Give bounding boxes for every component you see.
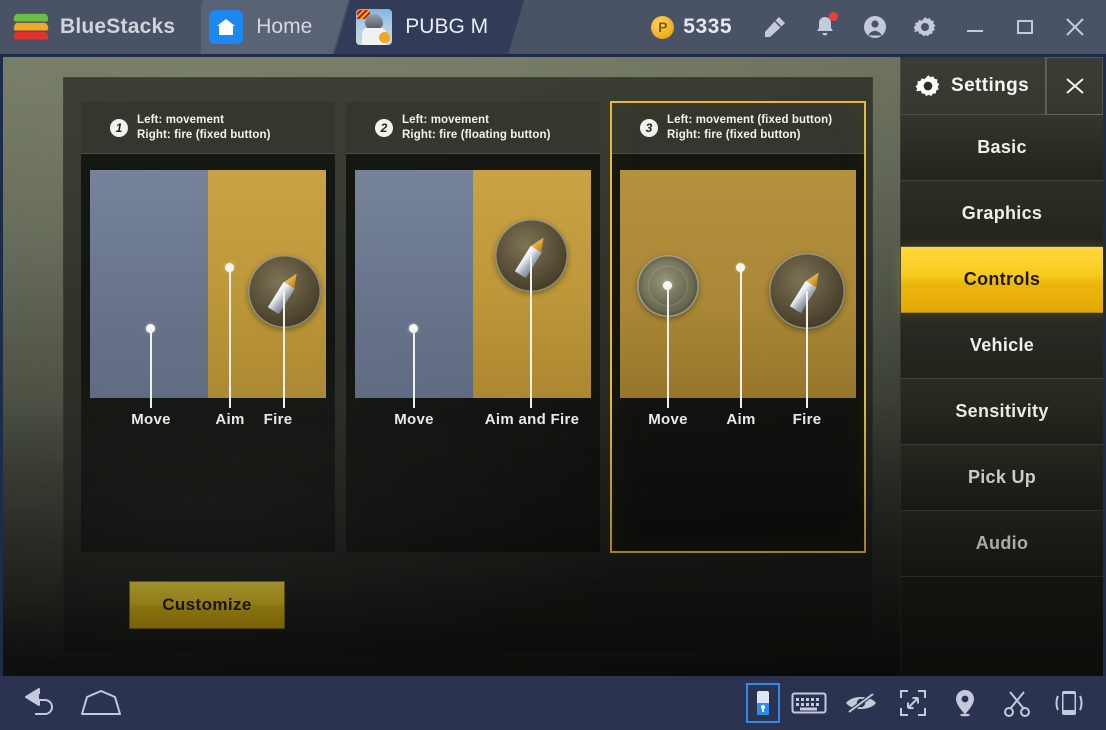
option-3-number: 3 xyxy=(640,118,658,137)
titlebar-spacer xyxy=(524,0,645,54)
bell-icon[interactable] xyxy=(800,0,850,54)
sidebar-item-audio[interactable]: Audio xyxy=(901,511,1103,577)
shake-phone-icon[interactable] xyxy=(1046,680,1092,726)
coin-amount-label: 5335 xyxy=(683,15,732,38)
controls-panel: 1 Left: movement Right: fire (fixed butt… xyxy=(63,77,873,655)
option-2-number: 2 xyxy=(375,118,393,137)
option-3-aim-lead xyxy=(740,268,742,408)
option-2-diagram: Move Aim and Fire xyxy=(346,155,600,552)
tab-home[interactable]: Home xyxy=(187,0,348,54)
keyboard-icon[interactable] xyxy=(786,680,832,726)
option-3-line2: Right: fire (fixed button) xyxy=(667,128,801,141)
settings-title: Settings xyxy=(951,74,1030,96)
option-3-label-fire: Fire xyxy=(792,411,822,428)
back-icon[interactable] xyxy=(18,680,64,726)
option-3-header: 3 Left: movement (fixed button) Right: f… xyxy=(611,102,865,154)
brand-area: BlueStacks xyxy=(0,0,202,54)
option-1-fire-lead xyxy=(283,291,285,408)
option-3-description: Left: movement (fixed button) Right: fir… xyxy=(667,113,832,142)
titlebar-actions: P 5335 xyxy=(645,0,1106,54)
option-1-aim-lead xyxy=(229,268,231,408)
notification-badge xyxy=(829,12,838,21)
option-1-label-aim: Aim xyxy=(215,411,245,428)
bottom-left-actions xyxy=(0,680,124,726)
bottom-toolbar xyxy=(0,676,1106,730)
brand-label: BlueStacks xyxy=(60,15,176,38)
gear-icon xyxy=(915,74,940,96)
coin-balance[interactable]: P 5335 xyxy=(645,15,750,39)
option-2-line1: Left: movement xyxy=(402,114,490,127)
option-1-diagram: Move Aim Fire xyxy=(81,155,335,552)
option-2-label-aim-and-fire: Aim and Fire xyxy=(484,411,580,428)
option-3-move-lead xyxy=(667,286,669,408)
option-2-label-move: Move xyxy=(394,411,434,428)
option-3-label-aim: Aim xyxy=(726,411,756,428)
sidebar-item-sensitivity[interactable]: Sensitivity xyxy=(901,379,1103,445)
bluestacks-window: BlueStacks Home PUBG M P 5335 1 Left: mo… xyxy=(0,0,1106,730)
sidebar-item-graphics[interactable]: Graphics xyxy=(901,181,1103,247)
fullscreen-icon[interactable] xyxy=(890,680,936,726)
gear-icon[interactable] xyxy=(900,0,950,54)
pubg-app-icon xyxy=(356,9,392,45)
option-3-diagram: Move Aim Fire xyxy=(611,155,865,552)
settings-sidebar: Settings Basic Graphics Controls Vehicle… xyxy=(900,57,1103,676)
home-nav-icon[interactable] xyxy=(78,680,124,726)
option-2-description: Left: movement Right: fire (floating but… xyxy=(402,113,551,142)
option-1-move-lead xyxy=(150,329,152,408)
control-option-2[interactable]: 2 Left: movement Right: fire (floating b… xyxy=(346,102,600,552)
close-icon[interactable] xyxy=(1050,0,1100,54)
option-1-number: 1 xyxy=(110,118,128,137)
settings-close-button[interactable] xyxy=(1045,57,1103,115)
sidebar-item-vehicle[interactable]: Vehicle xyxy=(901,313,1103,379)
bluestacks-logo-icon xyxy=(12,13,50,41)
tab-pubg-label: PUBG M xyxy=(405,15,489,38)
control-options-list: 1 Left: movement Right: fire (fixed butt… xyxy=(81,101,866,553)
option-2-move-lead xyxy=(413,329,415,408)
sidebar-item-controls[interactable]: Controls xyxy=(901,247,1103,313)
option-1-label-fire: Fire xyxy=(263,411,293,428)
option-1-line1: Left: movement xyxy=(137,114,225,127)
tab-pubg[interactable]: PUBG M xyxy=(334,0,524,54)
option-3-label-move: Move xyxy=(648,411,688,428)
game-screen: 1 Left: movement Right: fire (fixed butt… xyxy=(3,57,1103,676)
settings-menu: Basic Graphics Controls Vehicle Sensitiv… xyxy=(901,115,1103,577)
eye-slash-icon[interactable] xyxy=(838,680,884,726)
account-icon[interactable] xyxy=(850,0,900,54)
coin-icon: P xyxy=(651,15,675,39)
tab-home-label: Home xyxy=(256,15,313,38)
option-1-header: 1 Left: movement Right: fire (fixed butt… xyxy=(81,102,335,154)
home-icon xyxy=(209,10,243,44)
option-1-label-move: Move xyxy=(131,411,171,428)
control-option-3[interactable]: 3 Left: movement (fixed button) Right: f… xyxy=(610,101,866,553)
location-pin-icon[interactable] xyxy=(942,680,988,726)
minimize-icon[interactable] xyxy=(950,0,1000,54)
option-1-description: Left: movement Right: fire (fixed button… xyxy=(137,113,271,142)
option-3-fire-lead xyxy=(806,291,808,408)
maximize-icon[interactable] xyxy=(1000,0,1050,54)
emulator-stage: 1 Left: movement Right: fire (fixed butt… xyxy=(0,54,1106,676)
bottom-right-actions xyxy=(746,680,1106,726)
option-2-header: 2 Left: movement Right: fire (floating b… xyxy=(346,102,600,154)
settings-header: Settings xyxy=(901,57,1103,115)
control-option-1[interactable]: 1 Left: movement Right: fire (fixed butt… xyxy=(81,102,335,552)
option-3-line1: Left: movement (fixed button) xyxy=(667,114,833,127)
option-2-line2: Right: fire (floating button) xyxy=(402,128,551,141)
title-bar: BlueStacks Home PUBG M P 5335 xyxy=(0,0,1106,54)
option-2-screen-mock xyxy=(355,170,591,398)
option-1-move-zone xyxy=(90,170,208,398)
sidebar-item-basic[interactable]: Basic xyxy=(901,115,1103,181)
brush-icon[interactable] xyxy=(750,0,800,54)
option-2-aimfire-lead xyxy=(530,255,532,408)
settings-title-area: Settings xyxy=(901,73,1045,99)
option-1-line2: Right: fire (fixed button) xyxy=(137,128,271,141)
game-controls-icon[interactable] xyxy=(746,683,780,723)
sidebar-item-pickup[interactable]: Pick Up xyxy=(901,445,1103,511)
scissors-icon[interactable] xyxy=(994,680,1040,726)
customize-button[interactable]: Customize xyxy=(129,581,285,629)
